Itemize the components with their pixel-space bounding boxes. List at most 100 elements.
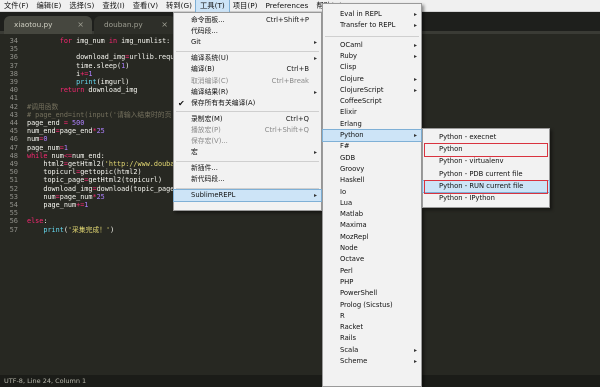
repl-menu-item[interactable]: Prolog (Sicstus) — [323, 300, 421, 311]
line-number: 53 — [9, 192, 18, 201]
repl-menu-item[interactable]: Ruby ▸ — [323, 51, 421, 62]
code-token: html2 — [27, 160, 64, 168]
code-token: download(topic_page) — [96, 184, 173, 193]
repl-menu-item[interactable]: R — [323, 311, 421, 322]
menubar-item[interactable]: 项目(P) — [229, 0, 262, 12]
tools-menu-item[interactable]: 录制宏(M) Ctrl+Q — [174, 114, 321, 125]
tools-menu-item[interactable]: Git ▸ — [174, 37, 321, 48]
repl-menu-item[interactable]: ClojureScript ▸ — [323, 85, 421, 96]
menu-item-shortcut: Ctrl+Q — [285, 114, 309, 123]
code-token: 25 — [96, 127, 105, 136]
repl-menu-item[interactable]: Eval in REPL ▸ — [323, 9, 421, 20]
menu-item-label: Python - PDB current file — [439, 169, 523, 178]
line-number: 55 — [9, 209, 18, 218]
menu-item-label: Python - IPython — [439, 194, 495, 202]
repl-menu-item[interactable]: Maxima — [323, 220, 421, 231]
menubar-item[interactable]: 查看(V) — [129, 0, 162, 12]
close-icon[interactable]: × — [161, 16, 168, 34]
tools-menu-item[interactable]: 编译(B) Ctrl+B — [174, 64, 321, 75]
tools-menu-item[interactable]: SublimeREPL ▸ — [173, 189, 322, 203]
repl-menu-item[interactable]: Scala ▸ — [323, 345, 421, 356]
repl-menu-item[interactable]: CoffeeScript — [323, 96, 421, 107]
code-token: 0 — [43, 135, 48, 144]
menubar-item[interactable]: 文件(F) — [0, 0, 32, 12]
python-menu-item[interactable]: Python - execnet — [423, 132, 549, 143]
python-menu-item[interactable]: Python - virtualenv — [423, 156, 549, 167]
repl-menu-item[interactable]: Transfer to REPL ▸ — [323, 20, 421, 31]
tools-menu-item[interactable]: ✔ 保存所有有关编译(A) — [174, 98, 321, 109]
repl-menu-item[interactable]: Scheme ▸ — [323, 356, 421, 367]
code-editor[interactable]: for img_num in img_numlist: download_img… — [27, 34, 173, 375]
submenu-arrow-icon: ▸ — [313, 149, 317, 157]
repl-menu-item[interactable]: Perl — [323, 266, 421, 277]
menubar-item[interactable]: 编辑(E) — [32, 0, 65, 12]
menu-item-label: Racket — [340, 323, 364, 332]
menu-item-label: MozRepl — [340, 232, 369, 241]
tools-menu-item[interactable]: 命令面板... Ctrl+Shift+P — [174, 15, 321, 26]
repl-menu-item[interactable]: Matlab — [323, 209, 421, 220]
code-token: page_end — [27, 119, 64, 127]
line-number: 52 — [9, 184, 18, 193]
menu-item-label: Prolog (Sicstus) — [340, 300, 393, 309]
repl-menu-item[interactable]: Elixir — [323, 107, 421, 118]
menubar-item[interactable]: 选择(S) — [65, 0, 98, 12]
menu-item-label: 新插件... — [191, 164, 218, 173]
repl-menu-item[interactable]: Rails — [323, 333, 421, 344]
tools-menu-item[interactable]: 新插件... — [174, 163, 321, 174]
menu-separator — [176, 160, 319, 162]
repl-menu-item[interactable]: Haskell — [323, 175, 421, 186]
repl-menu-item[interactable]: F# — [323, 141, 421, 152]
menubar-item[interactable]: 转到(G) — [162, 0, 196, 12]
python-menu-item[interactable]: Python - PDB current file — [423, 169, 549, 180]
tools-menu-item[interactable]: 新代码段... — [174, 174, 321, 185]
repl-menu-item[interactable]: Lua — [323, 198, 421, 209]
code-token: for — [59, 37, 73, 45]
line-number: 44 — [9, 119, 18, 127]
repl-menu-item[interactable]: Node — [323, 243, 421, 254]
code-token: 1 — [88, 69, 93, 78]
code-token: gettopic(html2) — [80, 168, 142, 177]
tools-menu-item[interactable]: 编译系统(U) ▸ — [174, 53, 321, 64]
submenu-arrow-icon: ▸ — [413, 358, 417, 365]
menubar-item[interactable]: Preferences — [261, 0, 312, 12]
code-token: page_num — [27, 143, 60, 152]
submenu-arrow-icon: ▸ — [313, 88, 317, 96]
tools-menu-item[interactable]: 编译结果(R) ▸ — [174, 87, 321, 98]
menu-bar: 文件(F) 编辑(E) 选择(S) 查找(I) 查看(V) 转到(G) 工具(T) 项目(P)… — [0, 0, 600, 13]
tools-menu-item: 保存宏(V)... — [174, 136, 321, 147]
tab-douban[interactable]: douban.py × — [94, 16, 176, 34]
menu-item-label: Clisp — [340, 63, 357, 72]
menu-item-label: GDB — [340, 153, 356, 162]
close-icon[interactable]: × — [77, 16, 84, 34]
menubar-item[interactable]: 查找(I) — [98, 0, 128, 12]
tools-menu-item[interactable]: 宏 ▸ — [174, 147, 321, 158]
repl-menu-item[interactable]: MozRepl — [323, 232, 421, 243]
repl-menu-item[interactable]: Groovy — [323, 164, 421, 175]
repl-menu-item[interactable]: Python ▸ — [322, 129, 422, 142]
repl-menu-item[interactable]: Io — [323, 187, 421, 198]
repl-menu-item[interactable]: Racket — [323, 322, 421, 333]
line-number: 34 — [9, 37, 18, 45]
tab-xiaotou[interactable]: xiaotou.py × — [4, 16, 92, 34]
line-number: 47 — [9, 143, 18, 152]
tools-menu: 命令面板... Ctrl+Shift+P 代码段... Git ▸ 编译系统(U) ▸ 编译(… — [173, 12, 322, 211]
repl-menu-item[interactable]: Erlang — [323, 119, 421, 130]
repl-menu-item[interactable]: Clisp — [323, 62, 421, 73]
code-line: print(imgurl) — [27, 78, 129, 86]
python-menu-item[interactable]: Python - IPython — [423, 193, 549, 204]
menu-item-label: Io — [340, 187, 347, 196]
menu-item-label: Eval in REPL — [340, 10, 382, 18]
code-token: 1 — [63, 143, 68, 152]
repl-menu-item[interactable]: OCaml ▸ — [323, 40, 421, 51]
menu-item-label: 代码段... — [191, 27, 218, 36]
code-line: page_num=1 — [27, 144, 68, 152]
repl-menu-item[interactable]: Octave — [323, 254, 421, 265]
repl-menu-item[interactable]: GDB — [323, 153, 421, 164]
repl-menu-item[interactable]: PowerShell — [323, 288, 421, 299]
repl-menu-item[interactable]: Clojure ▸ — [323, 74, 421, 85]
code-token: download_img — [27, 184, 93, 193]
menubar-item[interactable]: 工具(T) — [195, 0, 230, 13]
repl-menu-item[interactable]: PHP — [323, 277, 421, 288]
tools-menu-item[interactable]: 代码段... — [174, 26, 321, 37]
code-line: html2=getHtml2('http://www.douban.c — [27, 160, 173, 168]
